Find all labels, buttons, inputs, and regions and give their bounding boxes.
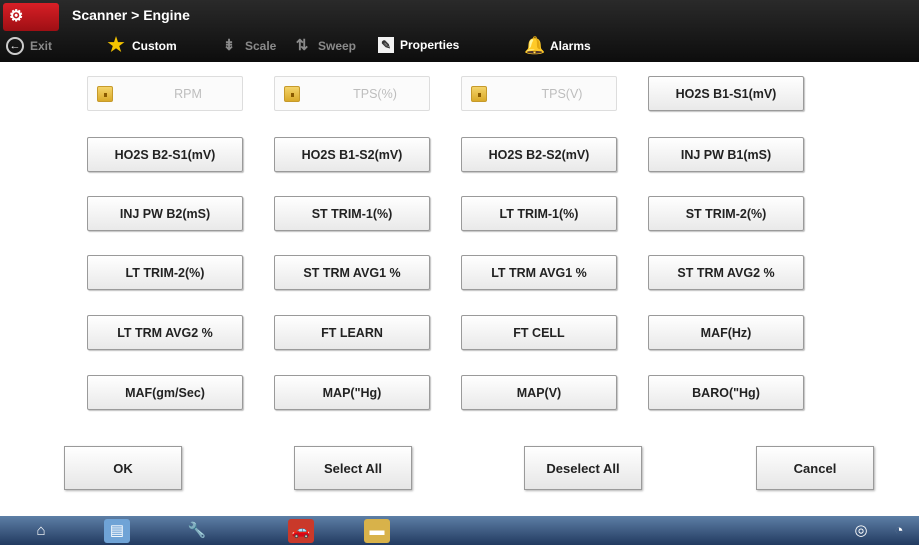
lock-icon	[284, 86, 300, 102]
pid-button[interactable]: HO2S B1-S1(mV)	[648, 76, 804, 111]
pid-label: ST TRIM-2(%)	[685, 206, 767, 221]
pid-label: MAP("Hg)	[322, 385, 382, 400]
select-all-button[interactable]: Select All	[294, 446, 412, 490]
sweep-label: Sweep	[318, 39, 357, 53]
pid-label: INJ PW B1(mS)	[680, 147, 772, 162]
pid-button[interactable]: INJ PW B2(mS)	[87, 196, 243, 231]
pid-button[interactable]: LT TRIM-2(%)	[87, 255, 243, 290]
folder-icon[interactable]: ▬	[364, 519, 390, 543]
pid-button[interactable]: LT TRIM-1(%)	[461, 196, 617, 231]
scale-button[interactable]: ⇟ Scale	[219, 37, 277, 55]
custom-label: Custom	[132, 39, 177, 53]
sweep-button[interactable]: ⇅ Sweep	[292, 37, 356, 55]
pid-label: HO2S B1-S1(mV)	[675, 86, 777, 101]
pid-label: MAF(Hz)	[700, 325, 752, 340]
pid-label: FT LEARN	[321, 325, 383, 340]
pid-label: ST TRM AVG1 %	[303, 265, 401, 280]
pid-button[interactable]: ST TRIM-1(%)	[274, 196, 430, 231]
pid-button[interactable]: LT TRM AVG2 %	[87, 315, 243, 350]
pid-button[interactable]: HO2S B1-S2(mV)	[274, 137, 430, 172]
arrow-left-icon: ←	[6, 37, 24, 55]
scanner-logo-icon: ⚙	[9, 8, 24, 25]
pid-button[interactable]: FT LEARN	[274, 315, 430, 350]
tools-icon[interactable]: 🔧	[184, 519, 210, 543]
pid-button[interactable]: MAF(Hz)	[648, 315, 804, 350]
bell-icon: 🔔	[524, 36, 546, 55]
star-icon: ★	[107, 35, 125, 56]
pid-label: HO2S B1-S2(mV)	[301, 147, 403, 162]
pid-button[interactable]: ST TRM AVG2 %	[648, 255, 804, 290]
pid-label: ST TRM AVG2 %	[677, 265, 775, 280]
pid-button[interactable]: FT CELL	[461, 315, 617, 350]
scale-icon: ⇟	[222, 37, 236, 54]
pid-button[interactable]: ST TRIM-2(%)	[648, 196, 804, 231]
deselect-all-button[interactable]: Deselect All	[524, 446, 642, 490]
title-bar: ⚙ Scanner > Engine ← Exit ★ Custom ⇟ Sca…	[0, 0, 919, 62]
scale-label: Scale	[245, 39, 277, 53]
pid-button[interactable]: HO2S B2-S2(mV)	[461, 137, 617, 172]
pid-label: LT TRM AVG1 %	[491, 265, 587, 280]
sweep-icon: ⇅	[295, 37, 309, 54]
app-logo: ⚙	[3, 3, 59, 31]
pid-label: MAF(gm/Sec)	[125, 385, 205, 400]
lock-icon	[471, 86, 487, 102]
pid-label: LT TRIM-2(%)	[125, 265, 205, 280]
home-icon[interactable]: ⌂	[28, 519, 54, 543]
pid-label: LT TRM AVG2 %	[117, 325, 213, 340]
pid-button[interactable]: TPS(V)	[461, 76, 617, 111]
pid-label: INJ PW B2(mS)	[119, 206, 211, 221]
pid-button[interactable]: MAP(V)	[461, 375, 617, 410]
toolbar: ← Exit ★ Custom ⇟ Scale ⇅ Sweep ✎ Proper…	[0, 33, 919, 61]
ok-button[interactable]: OK	[64, 446, 182, 490]
pid-label: ST TRIM-1(%)	[311, 206, 393, 221]
breadcrumb: Scanner > Engine	[72, 7, 190, 23]
pid-label: HO2S B2-S1(mV)	[114, 147, 216, 162]
custom-button[interactable]: ★ Custom	[106, 35, 177, 56]
pid-label: TPS(V)	[541, 86, 583, 101]
properties-button[interactable]: ✎ Properties	[378, 37, 459, 53]
properties-label: Properties	[400, 38, 460, 52]
pid-button[interactable]: TPS(%)	[274, 76, 430, 111]
pid-button[interactable]: LT TRM AVG1 %	[461, 255, 617, 290]
exit-button[interactable]: ← Exit	[6, 37, 52, 55]
taskbar: ⌂ ▤ 🔧 🚗 ▬ ◎ ◔	[0, 516, 919, 545]
exit-label: Exit	[30, 39, 53, 53]
pid-button[interactable]: BARO("Hg)	[648, 375, 804, 410]
pid-label: RPM	[174, 86, 202, 101]
pid-label: HO2S B2-S2(mV)	[488, 147, 590, 162]
pid-button[interactable]: ST TRM AVG1 %	[274, 255, 430, 290]
pid-label: BARO("Hg)	[692, 385, 760, 400]
pid-label: FT CELL	[513, 325, 565, 340]
pid-button[interactable]: RPM	[87, 76, 243, 111]
pid-label: TPS(%)	[353, 86, 397, 101]
edit-icon: ✎	[378, 37, 394, 53]
alarms-button[interactable]: 🔔 Alarms	[524, 37, 591, 55]
document-icon[interactable]: ▤	[104, 519, 130, 543]
lock-icon	[97, 86, 113, 102]
vehicle-icon[interactable]: 🚗	[288, 519, 314, 543]
pid-button[interactable]: MAP("Hg)	[274, 375, 430, 410]
wireless-icon[interactable]: ◔	[886, 519, 912, 543]
connection-icon[interactable]: ◎	[848, 519, 874, 543]
pid-button[interactable]: HO2S B2-S1(mV)	[87, 137, 243, 172]
pid-button[interactable]: INJ PW B1(mS)	[648, 137, 804, 172]
pid-button[interactable]: MAF(gm/Sec)	[87, 375, 243, 410]
pid-label: MAP(V)	[516, 385, 562, 400]
cancel-button[interactable]: Cancel	[756, 446, 874, 490]
alarms-label: Alarms	[550, 39, 591, 53]
pid-label: LT TRIM-1(%)	[499, 206, 579, 221]
